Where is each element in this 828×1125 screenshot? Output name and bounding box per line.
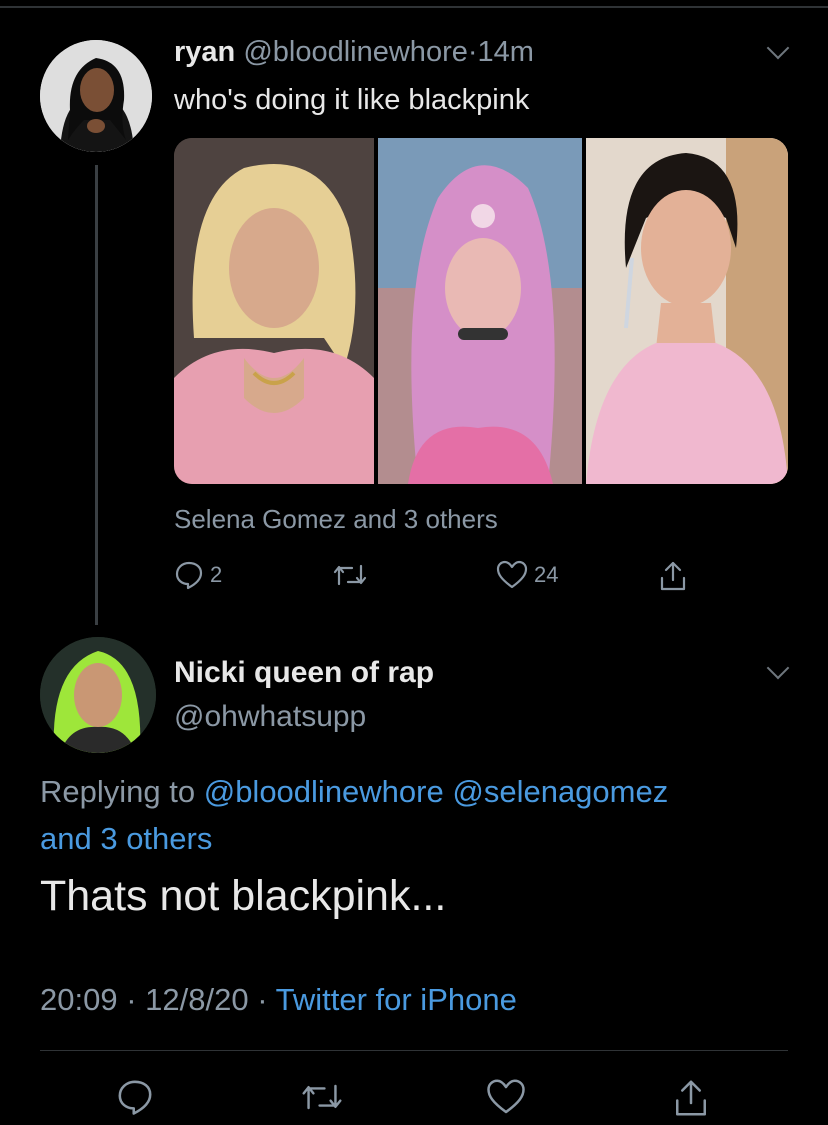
share-icon xyxy=(658,560,688,592)
tweet1-photo-2[interactable] xyxy=(378,138,582,484)
chevron-down-icon[interactable] xyxy=(766,656,790,680)
top-divider xyxy=(0,6,828,8)
mention-selenagomez[interactable]: @selenagomez xyxy=(452,774,668,809)
like-icon xyxy=(486,1078,526,1116)
tweet2-text: Thats not blackpink... xyxy=(40,872,447,920)
tweet2-time: 20:09 xyxy=(40,982,118,1017)
avatar-ryan[interactable] xyxy=(40,40,152,152)
tweet2-actions xyxy=(0,1078,828,1118)
tweet2-reply-button[interactable] xyxy=(116,1078,154,1116)
tweet2-display-name[interactable]: Nicki queen of rap xyxy=(174,656,434,690)
reply-icon xyxy=(174,560,204,590)
tweet2-share-button[interactable] xyxy=(672,1078,710,1118)
tweet1-like-count: 24 xyxy=(534,562,559,587)
avatar-nicki[interactable] xyxy=(40,637,156,753)
tweet1-media-grid[interactable] xyxy=(174,138,788,484)
tweet1-text: who's doing it like blackpink xyxy=(174,84,530,116)
chevron-down-icon[interactable] xyxy=(766,36,790,60)
tweet1-display-name[interactable]: ryan xyxy=(174,36,235,68)
retweet-icon xyxy=(332,560,368,590)
tweet2-handle[interactable]: @ohwhatsupp xyxy=(174,700,366,734)
thread-line xyxy=(95,165,98,625)
tweet2-date: 12/8/20 xyxy=(145,982,249,1017)
tweet1-separator: · xyxy=(467,36,478,68)
tweet1-actions: 2 24 xyxy=(0,560,828,594)
replying-prefix: Replying to xyxy=(40,774,196,809)
tweet2-meta: 20:09 · 12/8/20 · Twitter for iPhone xyxy=(40,982,517,1018)
tweet1-time[interactable]: 14m xyxy=(478,36,534,68)
tweet2-source[interactable]: Twitter for iPhone xyxy=(276,982,517,1017)
share-icon xyxy=(672,1078,710,1118)
mention-bloodlinewhore[interactable]: @bloodlinewhore xyxy=(204,774,444,809)
like-icon xyxy=(496,560,528,590)
reply-icon xyxy=(116,1078,154,1116)
tweet1-photo-3[interactable] xyxy=(586,138,788,484)
tweet1-reply-button[interactable]: 2 xyxy=(174,560,222,590)
tweet2-like-button[interactable] xyxy=(486,1078,526,1116)
tweet1-retweet-button[interactable] xyxy=(332,560,368,590)
retweet-icon xyxy=(300,1078,344,1116)
tweet1-reply-count: 2 xyxy=(210,562,223,587)
tweet1-tagged-users[interactable]: Selena Gomez and 3 others xyxy=(174,504,498,535)
meta-separator: · xyxy=(257,982,268,1017)
meta-separator: · xyxy=(126,982,137,1017)
tweet1-handle[interactable]: @bloodlinewhore xyxy=(243,36,468,68)
actions-divider xyxy=(40,1050,788,1051)
replying-to: Replying to @bloodlinewhore @selenagomez… xyxy=(40,768,780,862)
mention-others[interactable]: and 3 others xyxy=(40,821,212,856)
tweet1-share-button[interactable] xyxy=(658,560,688,592)
tweet1-photo-1[interactable] xyxy=(174,138,374,484)
tweet1-header: ryan @bloodlinewhore·14m xyxy=(174,36,534,69)
tweet2-retweet-button[interactable] xyxy=(300,1078,344,1116)
tweet1-like-button[interactable]: 24 xyxy=(496,560,558,590)
